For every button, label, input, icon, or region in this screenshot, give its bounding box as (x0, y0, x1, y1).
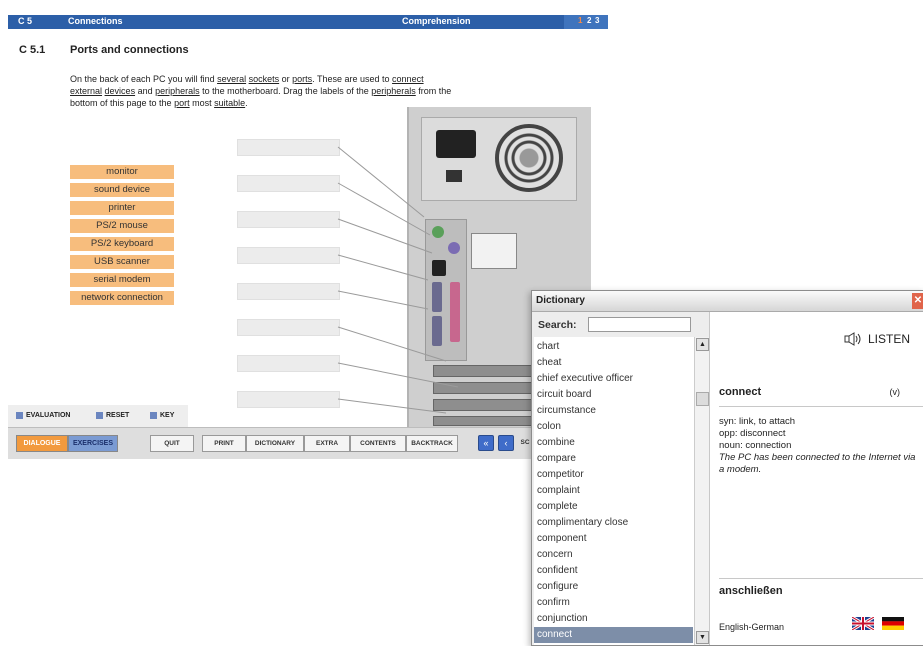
divider (719, 406, 923, 407)
print-button[interactable]: PRINT (202, 435, 246, 452)
evaluation-button[interactable]: EVALUATION (16, 412, 70, 419)
quit-button[interactable]: QUIT (150, 435, 194, 452)
list-item[interactable]: confident (534, 563, 693, 579)
entry-example: The PC has been connected to the Interne… (719, 452, 916, 475)
entry-part-of-speech: (v) (889, 387, 901, 397)
list-item[interactable]: chief executive officer (534, 371, 693, 387)
entry-headword: connect (719, 386, 762, 398)
list-item[interactable]: complete (534, 499, 693, 515)
evaluation-icon (16, 412, 23, 419)
list-item[interactable]: combine (534, 435, 693, 451)
first-page-button[interactable]: « (478, 435, 494, 451)
language-pair: English-German (719, 622, 785, 632)
dictionary-entry-pane: LISTEN connect (v) syn: link, to attach … (710, 312, 923, 645)
listen-label: LISTEN (867, 332, 910, 346)
german-flag-icon[interactable] (882, 617, 904, 630)
scroll-up-icon[interactable]: ▲ (696, 338, 709, 351)
list-item[interactable]: conjunction (534, 611, 693, 627)
exercises-button[interactable]: EXERCISES (68, 435, 118, 452)
listen-button[interactable]: LISTEN (844, 332, 910, 346)
navigation-bar: DIALOGUE EXERCISES QUIT PRINT DICTIONARY… (8, 427, 608, 459)
list-item[interactable]: confirm (534, 595, 693, 611)
entry-opposite: opp: disconnect (719, 428, 786, 439)
reset-button[interactable]: RESET (96, 412, 129, 419)
close-icon[interactable]: ✕ (912, 293, 923, 309)
list-item[interactable]: chart (534, 339, 693, 355)
extra-button[interactable]: EXTRA (304, 435, 350, 452)
evaluation-bar: EVALUATION RESET KEY (8, 405, 188, 427)
entry-synonyms: syn: link, to attach (719, 416, 796, 427)
list-item[interactable]: competitor (534, 467, 693, 483)
backtrack-button[interactable]: BACKTRACK (406, 435, 458, 452)
list-item[interactable]: cheat (534, 355, 693, 371)
list-item[interactable]: compare (534, 451, 693, 467)
divider (719, 578, 923, 579)
translation-word: anschließen (719, 585, 783, 597)
dictionary-title: Dictionary (536, 295, 585, 306)
search-input[interactable] (588, 317, 691, 332)
app-window: C 5 Connections Comprehension 1 2 3 C 5.… (8, 15, 608, 459)
word-list: chart cheat chief executive officer circ… (534, 337, 709, 645)
dictionary-title-bar[interactable]: Dictionary ✕ (532, 291, 923, 312)
uk-flag-icon[interactable] (852, 617, 874, 630)
dictionary-word-pane: Search: chart cheat chief executive offi… (532, 312, 710, 645)
scroll-thumb[interactable] (696, 392, 709, 406)
previous-page-button[interactable]: ‹ (498, 435, 514, 451)
dialogue-button[interactable]: DIALOGUE (16, 435, 68, 452)
list-item-selected[interactable]: connect (534, 627, 693, 643)
list-item[interactable]: configure (534, 579, 693, 595)
word-list-scrollbar[interactable]: ▲ ▼ (694, 337, 709, 645)
dictionary-button[interactable]: DICTIONARY (246, 435, 304, 452)
key-icon (150, 412, 157, 419)
dictionary-window: Dictionary ✕ Search: chart cheat chief e… (531, 290, 923, 646)
speaker-icon (844, 332, 861, 346)
list-item[interactable]: circuit board (534, 387, 693, 403)
list-item[interactable]: component (534, 531, 693, 547)
list-item[interactable]: circumstance (534, 403, 693, 419)
list-item[interactable]: concern (534, 547, 693, 563)
connector-lines (337, 146, 459, 414)
contents-button[interactable]: CONTENTS (350, 435, 406, 452)
entry-definition: syn: link, to attach opp: disconnect nou… (719, 416, 919, 476)
entry-noun: noun: connection (719, 440, 792, 451)
list-item[interactable]: complaint (534, 483, 693, 499)
scroll-down-icon[interactable]: ▼ (696, 631, 709, 644)
search-label: Search: (538, 319, 577, 331)
list-item[interactable]: complimentary close (534, 515, 693, 531)
trailing-button[interactable]: SC (518, 435, 532, 450)
reset-icon (96, 412, 103, 419)
key-button[interactable]: KEY (150, 412, 174, 419)
list-item[interactable]: colon (534, 419, 693, 435)
